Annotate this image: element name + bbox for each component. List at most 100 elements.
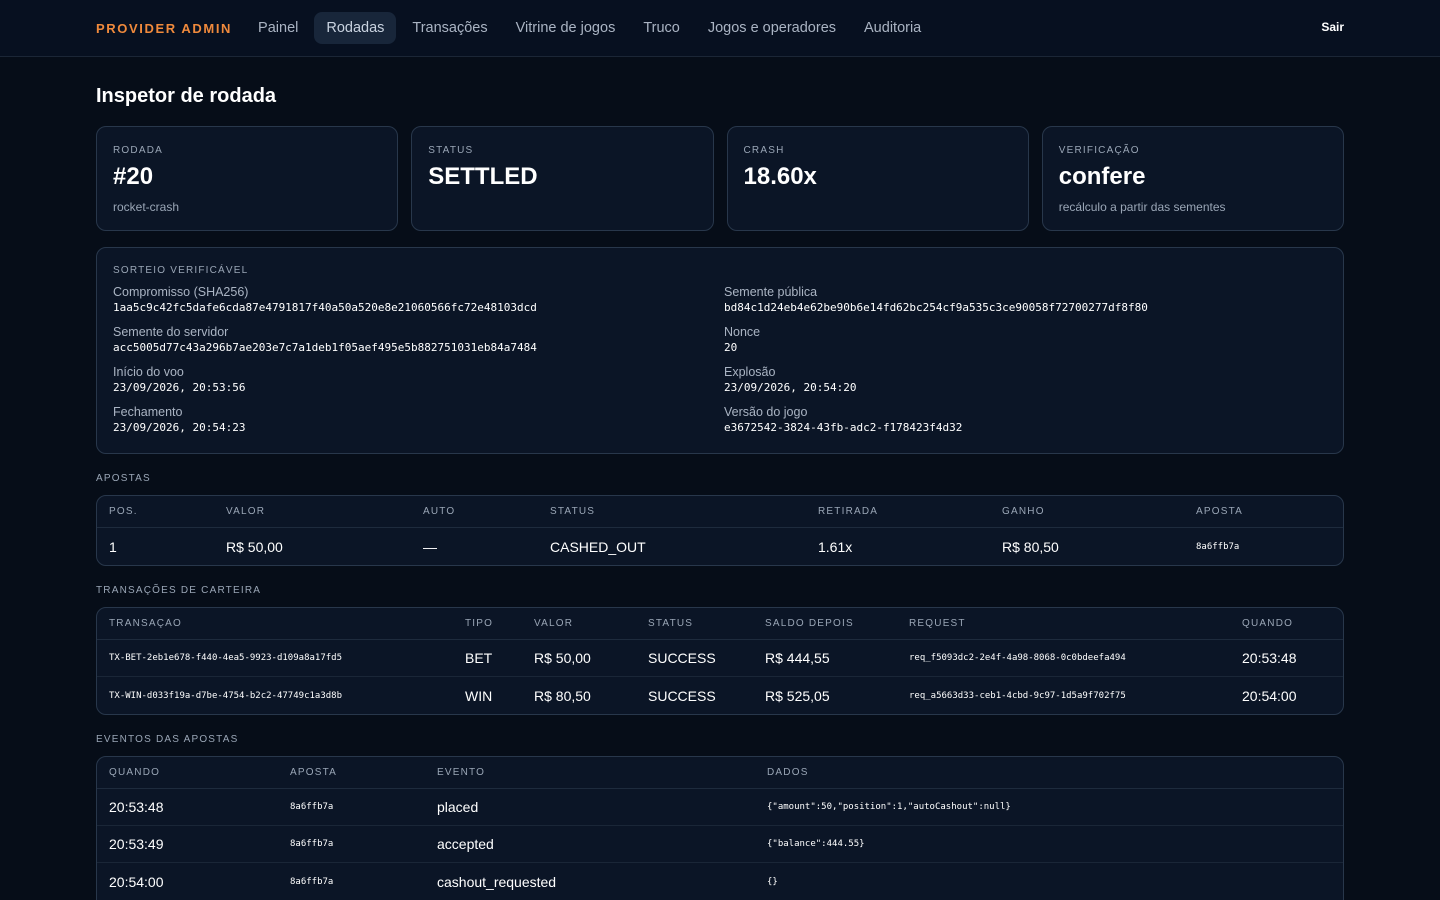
column-header: EVENTO: [437, 767, 486, 778]
transaction-status: SUCCESS: [648, 687, 716, 704]
nav-item-transacoes[interactable]: Transações: [400, 12, 499, 44]
request-id: req_a5663d33-ceb1-4cbd-9c97-1d5a9f702f75: [909, 690, 1126, 701]
draw-key: Explosão: [724, 365, 776, 379]
column-header: TIPO: [465, 618, 494, 629]
nav-item-truco[interactable]: Truco: [631, 12, 692, 44]
bet-id-link[interactable]: 8a6ffb7a: [1184, 542, 1343, 552]
column-header: QUANDO: [109, 767, 161, 778]
draw-value: 23/09/2026, 20:54:23: [113, 421, 246, 434]
event-data: {"amount":50,"position":1,"autoCashout":…: [767, 802, 1011, 812]
column-header: VALOR: [534, 618, 574, 629]
draw-value: 1aa5c9c42fc5dafe6cda87e4791817f40a50a520…: [113, 301, 537, 314]
table-row[interactable]: 20:54:00 8a6ffb7a cashout_requested {}: [97, 863, 1343, 900]
balance-after: R$ 525,05: [765, 687, 830, 704]
events-section-label: EVENTOS DAS APOSTAS: [96, 734, 239, 745]
transaction-type: WIN: [465, 687, 493, 704]
table-row[interactable]: TX-BET-2eb1e678-f440-4ea5-9923-d109a8a17…: [97, 640, 1343, 677]
bets-section-label: APOSTAS: [96, 473, 151, 484]
draw-key: Versão do jogo: [724, 405, 808, 419]
transaction-id: TX-WIN-d033f19a-d7be-4754-b2c2-47749c1a3…: [109, 690, 342, 701]
status-card: STATUS SETTLED: [411, 126, 714, 231]
draw-item-flight-start: Início do voo 23/09/2026, 20:53:56: [113, 365, 724, 395]
column-header: SALDO DEPOIS: [765, 618, 854, 629]
draw-key: Fechamento: [113, 405, 183, 419]
wallet-section-label: TRANSAÇÕES DE CARTEIRA: [96, 585, 262, 596]
transaction-time: 20:54:00: [1242, 687, 1297, 704]
draw-key: Semente do servidor: [113, 325, 229, 339]
draw-details: Compromisso (SHA256) 1aa5c9c42fc5dafe6cd…: [113, 285, 1327, 435]
nav-item-vitrine-de-jogos[interactable]: Vitrine de jogos: [504, 12, 628, 44]
bet-win: R$ 80,50: [1002, 538, 1059, 555]
table-header: POS. VALOR AUTO STATUS RETIRADA GANHO AP…: [97, 496, 1343, 528]
draw-item-explosion: Explosão 23/09/2026, 20:54:20: [724, 365, 1327, 395]
nav-item-auditoria[interactable]: Auditoria: [852, 12, 933, 44]
page-title: Inspetor de rodada: [96, 85, 277, 107]
column-header: STATUS: [648, 618, 694, 629]
draw-value: bd84c1d24eb4e62be90b6e14fd62bc254cf9a535…: [724, 301, 1148, 314]
draw-item-commitment: Compromisso (SHA256) 1aa5c9c42fc5dafe6cd…: [113, 285, 724, 315]
table-row[interactable]: 20:53:48 8a6ffb7a placed {"amount":50,"p…: [97, 789, 1343, 826]
column-header: APOSTA: [1196, 506, 1244, 517]
transaction-amount: R$ 80,50: [534, 687, 591, 704]
event-name: placed: [437, 799, 479, 815]
brand-logo: PROVIDER ADMIN: [96, 20, 233, 36]
bet-cashout: 1.61x: [818, 538, 853, 555]
crash-card: CRASH 18.60x: [726, 126, 1029, 231]
bet-events-table: QUANDO APOSTA EVENTO DADOS 20:53:48 8a6f…: [96, 756, 1344, 900]
verifiable-draw-panel: SORTEIO VERIFICÁVEL Compromisso (SHA256)…: [96, 247, 1344, 454]
bets-table: POS. VALOR AUTO STATUS RETIRADA GANHO AP…: [96, 495, 1344, 566]
draw-key: Início do voo: [113, 365, 184, 379]
draw-key: Semente pública: [724, 285, 818, 299]
top-navigation-bar: PROVIDER ADMIN Painel Rodadas Transações…: [0, 0, 1440, 57]
event-name: cashout_requested: [437, 873, 557, 890]
draw-value: 23/09/2026, 20:53:56: [113, 381, 246, 394]
table-header: TRANSAÇÃO TIPO VALOR STATUS SALDO DEPOIS…: [97, 608, 1343, 640]
card-value: SETTLED: [428, 163, 538, 190]
bet-auto: —: [423, 538, 437, 555]
event-name: accepted: [437, 836, 494, 852]
round-card: RODADA #20 rocket-crash: [96, 126, 399, 231]
summary-cards: RODADA #20 rocket-crash STATUS SETTLED C…: [96, 126, 1344, 231]
verification-card: VERIFICAÇÃO confere recálculo a partir d…: [1041, 126, 1344, 231]
event-time: 20:54:00: [109, 873, 164, 890]
column-header: DADOS: [767, 767, 809, 778]
column-header: TRANSAÇÃO: [109, 618, 183, 629]
event-bet-id: 8a6ffb7a: [290, 876, 334, 887]
main-nav: Painel Rodadas Transações Vitrine de jog…: [246, 12, 937, 44]
card-label: RODADA: [113, 145, 163, 156]
card-subtitle: rocket-crash: [113, 200, 180, 214]
draw-key: Nonce: [724, 325, 761, 339]
nav-item-painel[interactable]: Painel: [246, 12, 310, 44]
event-bet-id: 8a6ffb7a: [290, 802, 334, 812]
event-data: {}: [767, 876, 778, 887]
column-header: POS.: [109, 506, 138, 517]
bet-status: CASHED_OUT: [550, 538, 646, 555]
event-bet-id: 8a6ffb7a: [290, 839, 334, 849]
balance-after: R$ 444,55: [765, 650, 830, 666]
column-header: VALOR: [226, 506, 266, 517]
bet-amount: R$ 50,00: [226, 538, 283, 555]
table-row[interactable]: TX-WIN-d033f19a-d7be-4754-b2c2-47749c1a3…: [97, 677, 1343, 714]
draw-value: acc5005d77c43a296b7ae203e7c7a1deb1f05aef…: [113, 341, 537, 354]
main-content: Inspetor de rodada RODADA #20 rocket-cra…: [0, 85, 1440, 900]
nav-item-jogos-e-operadores[interactable]: Jogos e operadores: [696, 12, 848, 44]
card-value: #20: [113, 163, 154, 190]
draw-item-closing: Fechamento 23/09/2026, 20:54:23: [113, 405, 724, 435]
table-row[interactable]: 1 R$ 50,00 — CASHED_OUT 1.61x R$ 80,50 8…: [97, 528, 1343, 565]
card-subtitle: recálculo a partir das sementes: [1058, 200, 1226, 214]
transaction-id: TX-BET-2eb1e678-f440-4ea5-9923-d109a8a17…: [109, 653, 342, 663]
draw-item-game-version: Versão do jogo e3672542-3824-43fb-adc2-f…: [724, 405, 1327, 435]
column-header: RETIRADA: [818, 506, 879, 517]
draw-item-public-seed: Semente pública bd84c1d24eb4e62be90b6e14…: [724, 285, 1327, 315]
draw-key: Compromisso (SHA256): [113, 285, 249, 299]
column-header: REQUEST: [909, 618, 966, 629]
section-label: SORTEIO VERIFICÁVEL: [113, 265, 249, 276]
card-value: 18.60x: [743, 163, 817, 190]
draw-value: 23/09/2026, 20:54:20: [724, 381, 857, 394]
logout-button[interactable]: Sair: [1321, 20, 1344, 34]
table-row[interactable]: 20:53:49 8a6ffb7a accepted {"balance":44…: [97, 826, 1343, 863]
event-time: 20:53:49: [109, 836, 164, 852]
table-header: QUANDO APOSTA EVENTO DADOS: [97, 757, 1343, 789]
card-label: VERIFICAÇÃO: [1058, 145, 1140, 156]
nav-item-rodadas[interactable]: Rodadas: [314, 12, 397, 44]
